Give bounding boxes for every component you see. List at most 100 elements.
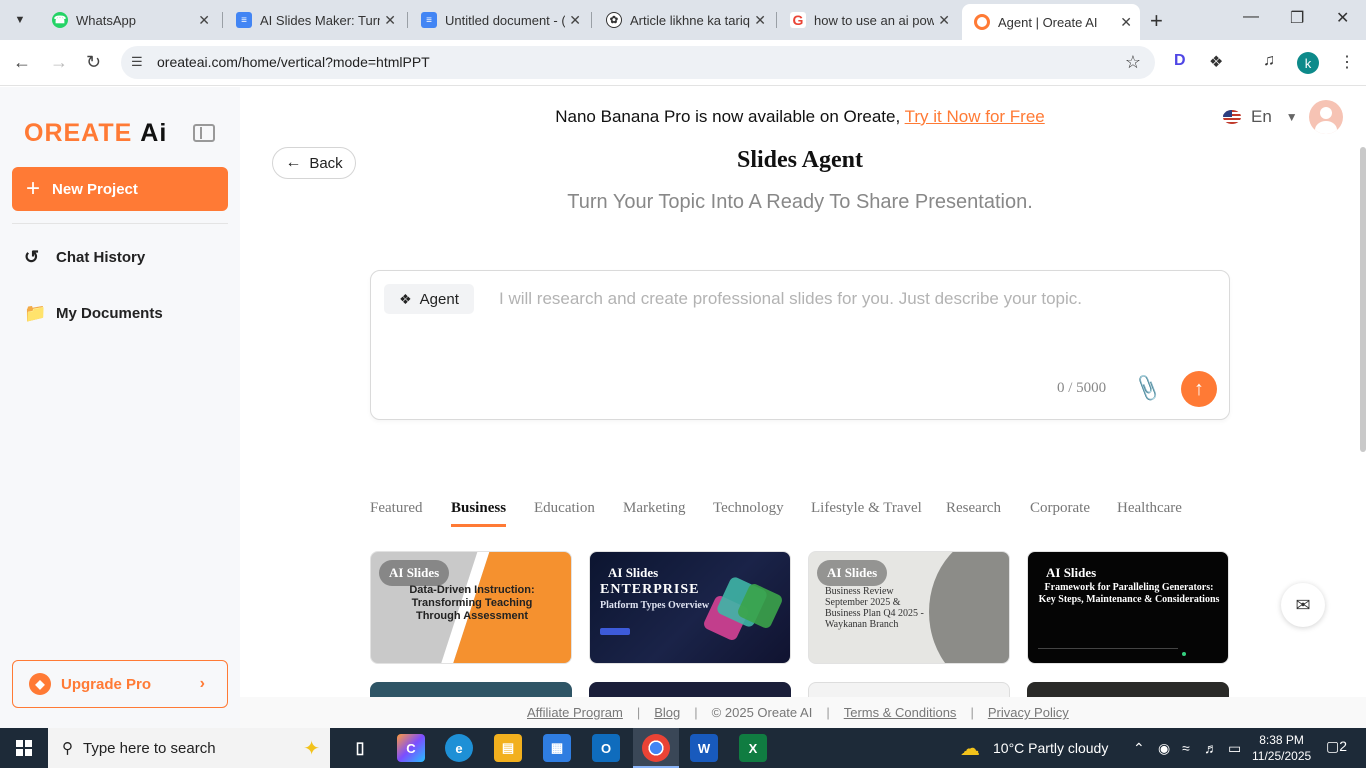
tab-healthcare[interactable]: Healthcare — [1117, 500, 1182, 517]
sidebar-divider — [12, 223, 228, 224]
chrome-icon[interactable] — [642, 734, 670, 762]
tab-marketing[interactable]: Marketing — [623, 500, 685, 517]
page-footer: Affiliate Program | Blog | © 2025 Oreate… — [240, 697, 1366, 728]
upgrade-pro-button[interactable]: ◆ Upgrade Pro › — [12, 660, 228, 708]
battery-icon[interactable]: ▭ — [1228, 740, 1241, 757]
chevron-up-icon[interactable]: ⌃ — [1133, 740, 1145, 757]
close-icon[interactable]: ✕ — [1120, 14, 1132, 31]
sidebar: OREATE Ai + New Project ↺ Chat History 📁… — [0, 87, 240, 728]
close-icon[interactable]: ✕ — [754, 12, 766, 29]
file-explorer-icon[interactable]: ▤ — [494, 734, 522, 762]
notifications-button[interactable]: ▢2 — [1326, 738, 1347, 755]
extensions-puzzle-icon[interactable]: ❖ — [1209, 52, 1223, 72]
excel-icon[interactable]: X — [739, 734, 767, 762]
minimize-button[interactable]: — — [1243, 8, 1259, 26]
menu-kebab-icon[interactable]: ⋮ — [1339, 52, 1355, 72]
page-subtitle: Turn Your Topic Into A Ready To Share Pr… — [567, 191, 1033, 213]
word-icon[interactable]: W — [690, 734, 718, 762]
card-title: Framework for Paralleling Generators: Ke… — [1038, 582, 1220, 605]
tab-untitled-document[interactable]: ≡ Untitled document - ( ✕ — [409, 5, 589, 35]
try-it-free-link[interactable]: Try it Now for Free — [905, 107, 1045, 126]
site-settings-icon[interactable]: ☰ — [131, 54, 143, 70]
oreate-logo[interactable]: OREATE Ai — [24, 119, 167, 148]
footer-separator: | — [636, 705, 641, 720]
close-icon[interactable]: ✕ — [384, 12, 396, 29]
card-decoration — [929, 552, 1009, 663]
tab-lifestyle-travel[interactable]: Lifestyle & Travel — [811, 500, 922, 517]
tab-education[interactable]: Education — [534, 500, 595, 517]
caret-down-icon: ▼ — [1285, 110, 1298, 124]
reload-button[interactable]: ↻ — [86, 52, 101, 73]
privacy-link[interactable]: Privacy Policy — [988, 705, 1069, 720]
tab-search-button[interactable]: ▼ — [7, 7, 33, 33]
template-card[interactable]: AI Slides ENTERPRISE Platform Types Over… — [589, 551, 791, 664]
profile-avatar[interactable]: k — [1297, 52, 1319, 74]
close-icon[interactable]: ✕ — [198, 12, 210, 29]
tab-oreate-agent[interactable]: Agent | Oreate AI ✕ — [962, 4, 1140, 40]
page-scrollbar[interactable] — [1360, 147, 1366, 452]
weather-icon[interactable]: ☁ — [960, 736, 980, 761]
bookmark-star-icon[interactable]: ☆ — [1125, 52, 1141, 73]
tab-whatsapp[interactable]: ☎ WhatsApp ✕ — [40, 5, 218, 35]
affiliate-link[interactable]: Affiliate Program — [527, 705, 623, 720]
inbox-icon: ✉ — [1295, 594, 1311, 615]
volume-icon[interactable]: ♬ — [1204, 740, 1218, 756]
sidebar-item-my-documents[interactable]: 📁 My Documents — [24, 303, 163, 324]
tab-research[interactable]: Research — [946, 500, 1001, 517]
sidebar-item-chat-history[interactable]: ↺ Chat History — [24, 247, 145, 268]
prompt-input[interactable] — [499, 289, 1199, 309]
openai-icon: ✿ — [606, 12, 622, 28]
task-view-icon[interactable]: ▯ — [346, 734, 374, 762]
taskbar-search[interactable]: ⚲ Type here to search ✦ — [48, 728, 330, 768]
new-project-button[interactable]: + New Project — [12, 167, 228, 211]
wifi-icon[interactable]: ≈ — [1182, 740, 1190, 756]
tab-featured[interactable]: Featured — [370, 500, 422, 517]
weather-text[interactable]: 10°C Partly cloudy — [993, 740, 1108, 756]
main-content: Nano Banana Pro is now available on Orea… — [240, 87, 1366, 728]
language-selector[interactable]: En ▼ — [1223, 107, 1298, 127]
media-control-icon[interactable]: ♫ — [1263, 52, 1275, 70]
sidebar-collapse-icon[interactable] — [193, 124, 215, 142]
url-text: oreateai.com/home/vertical?mode=htmlPPT — [157, 54, 430, 70]
store-icon[interactable]: ▦ — [543, 734, 571, 762]
template-card[interactable]: AI Slides Business Review September 2025… — [808, 551, 1010, 664]
tab-corporate[interactable]: Corporate — [1030, 500, 1090, 517]
page-title: Slides Agent — [736, 147, 864, 173]
tab-google-search[interactable]: G how to use an ai pow ✕ — [778, 5, 958, 35]
announcement-banner: Nano Banana Pro is now available on Orea… — [555, 107, 1045, 126]
edge-icon[interactable]: e — [445, 734, 473, 762]
us-flag-icon — [1223, 110, 1241, 124]
card-decoration — [1182, 652, 1186, 656]
paperclip-icon[interactable]: 📎 — [1131, 372, 1163, 404]
close-icon[interactable]: ✕ — [938, 12, 950, 29]
address-bar[interactable]: ☰ oreateai.com/home/vertical?mode=htmlPP… — [121, 46, 1155, 79]
clock[interactable]: 8:38 PM 11/25/2025 — [1252, 732, 1311, 764]
footer-separator: | — [694, 705, 698, 720]
windows-start-icon[interactable] — [16, 740, 32, 756]
tab-business[interactable]: Business — [451, 500, 507, 527]
back-nav-button[interactable]: ← — [13, 52, 31, 73]
restore-button[interactable]: ❐ — [1290, 8, 1304, 28]
send-button[interactable]: ↑ — [1181, 371, 1217, 407]
copilot-icon[interactable]: C — [397, 734, 425, 762]
new-tab-button[interactable]: + — [1150, 8, 1163, 34]
support-chat-button[interactable]: ✉ — [1281, 583, 1325, 627]
template-card[interactable]: AI Slides Framework for Paralleling Gene… — [1027, 551, 1229, 664]
card-decoration — [1038, 648, 1178, 654]
extension-d-icon[interactable]: D — [1174, 52, 1186, 70]
forward-nav-button[interactable]: → — [50, 52, 68, 73]
whatsapp-icon: ☎ — [52, 12, 68, 28]
agent-mode-chip[interactable]: ❖ Agent — [384, 284, 474, 314]
blog-link[interactable]: Blog — [654, 705, 680, 720]
close-icon[interactable]: ✕ — [569, 12, 581, 29]
tab-ai-slides[interactable]: ≡ AI Slides Maker: Turn ✕ — [224, 5, 404, 35]
terms-link[interactable]: Terms & Conditions — [844, 705, 957, 720]
tab-article[interactable]: ✿ Article likhne ka tariq ✕ — [594, 5, 774, 35]
close-window-button[interactable]: ✕ — [1336, 8, 1349, 28]
tab-technology[interactable]: Technology — [713, 500, 784, 517]
outlook-icon[interactable]: O — [592, 734, 620, 762]
camera-icon[interactable]: ◉ — [1158, 740, 1170, 757]
diamond-icon: ◆ — [29, 673, 51, 695]
user-avatar[interactable] — [1309, 100, 1343, 134]
template-card[interactable]: AI Slides Data-Driven Instruction: Trans… — [370, 551, 572, 664]
